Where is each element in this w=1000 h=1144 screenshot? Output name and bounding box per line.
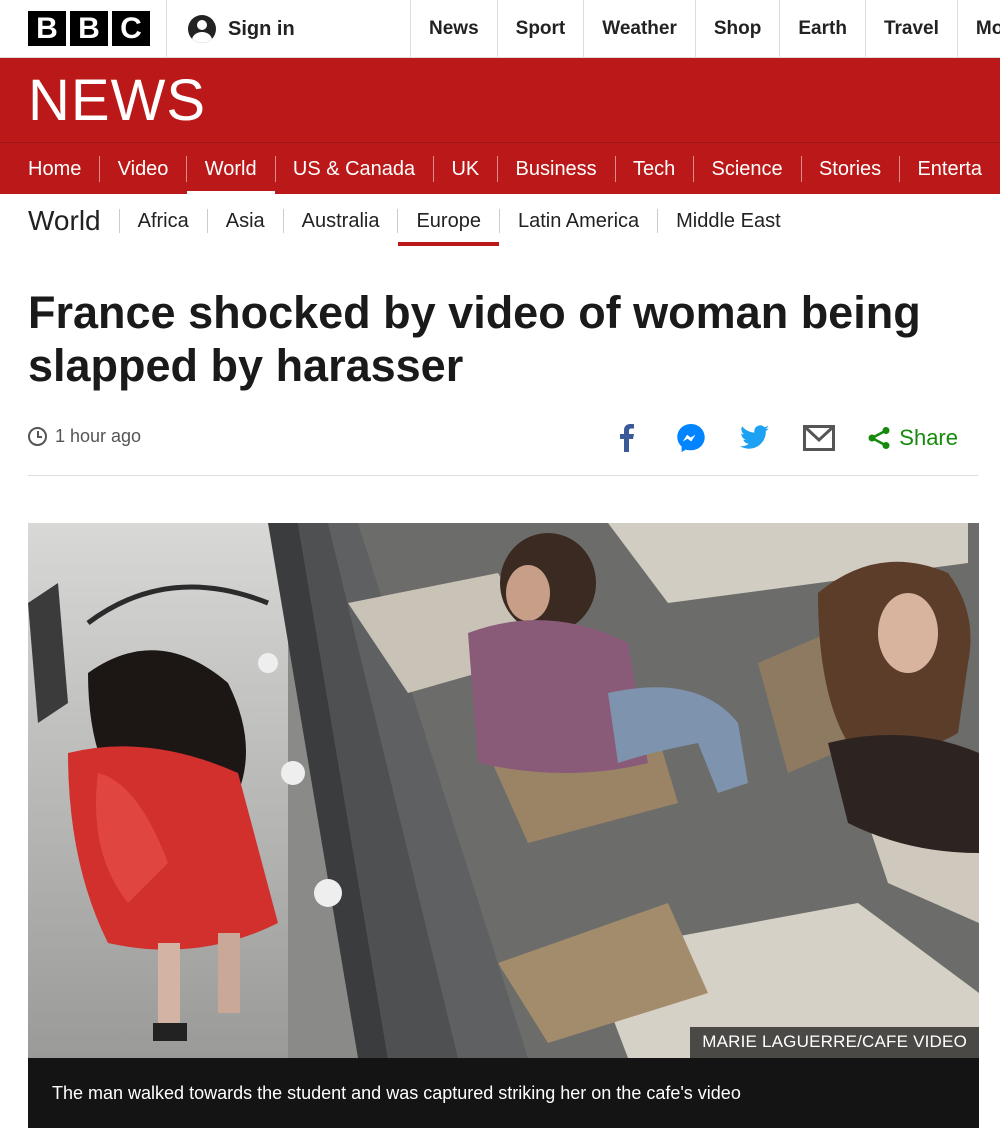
nav-us-canada[interactable]: US & Canada [275,143,433,194]
bbc-logo[interactable]: B B C [28,11,150,46]
nav-stories[interactable]: Stories [801,143,899,194]
share-label: Share [899,425,958,450]
subnav-latin-america[interactable]: Latin America [500,194,657,248]
news-logo[interactable]: NEWS [28,71,206,131]
global-nav-more[interactable]: Mo [956,0,1000,58]
user-icon [188,15,216,43]
sign-in-button[interactable]: Sign in [188,15,295,43]
news-navigation: Home Video World US & Canada UK Business… [0,142,1000,194]
bbc-logo-letter: C [112,11,150,46]
subnav-europe[interactable]: Europe [398,194,499,248]
nav-world[interactable]: World [186,143,275,194]
article-image[interactable]: MARIE LAGUERRE/CAFE VIDEO [28,523,979,1058]
world-section-navigation: World Africa Asia Australia Europe Latin… [0,194,1000,248]
nav-home[interactable]: Home [0,143,99,194]
subnav-australia[interactable]: Australia [284,194,398,248]
divider [28,475,978,476]
section-title[interactable]: World [0,194,119,248]
twitter-icon[interactable] [739,422,771,454]
subnav-africa[interactable]: Africa [120,194,207,248]
divider [166,0,167,58]
email-icon[interactable] [803,422,836,454]
cafe-video-still [28,523,979,1058]
nav-tech[interactable]: Tech [615,143,693,194]
nav-business[interactable]: Business [498,143,615,194]
sign-in-label: Sign in [228,17,295,40]
nav-uk[interactable]: UK [433,143,497,194]
bbc-logo-letter: B [70,11,108,46]
timestamp-text: 1 hour ago [55,426,142,446]
nav-science[interactable]: Science [694,143,801,194]
nav-entertainment[interactable]: Enterta [899,143,999,194]
facebook-icon[interactable] [611,422,643,454]
bbc-logo-letter: B [28,11,66,46]
global-nav-sport[interactable]: Sport [496,0,584,58]
nav-video[interactable]: Video [100,143,187,194]
bbc-top-bar: B B C Sign in News Sport Weather Shop Ea… [0,0,1000,58]
global-nav-shop[interactable]: Shop [694,0,780,58]
photo-credit: MARIE LAGUERRE/CAFE VIDEO [690,1027,979,1058]
share-icon [868,427,890,449]
image-caption: The man walked towards the student and w… [28,1058,979,1128]
global-nav-travel[interactable]: Travel [864,0,957,58]
global-nav-earth[interactable]: Earth [779,0,865,58]
global-navigation: News Sport Weather Shop Earth Travel Mo [410,0,1000,58]
timestamp: 1 hour ago [28,426,141,447]
article-meta: 1 hour ago Share [28,418,978,458]
clock-icon [28,427,47,446]
global-nav-news[interactable]: News [410,0,497,58]
messenger-icon[interactable] [675,422,707,454]
share-button[interactable]: Share [867,425,958,451]
article-headline: France shocked by video of woman being s… [28,287,921,391]
subnav-asia[interactable]: Asia [208,194,283,248]
news-banner: NEWS [0,58,1000,142]
share-tools: Share [611,418,958,458]
global-nav-weather[interactable]: Weather [583,0,695,58]
subnav-middle-east[interactable]: Middle East [658,194,799,248]
